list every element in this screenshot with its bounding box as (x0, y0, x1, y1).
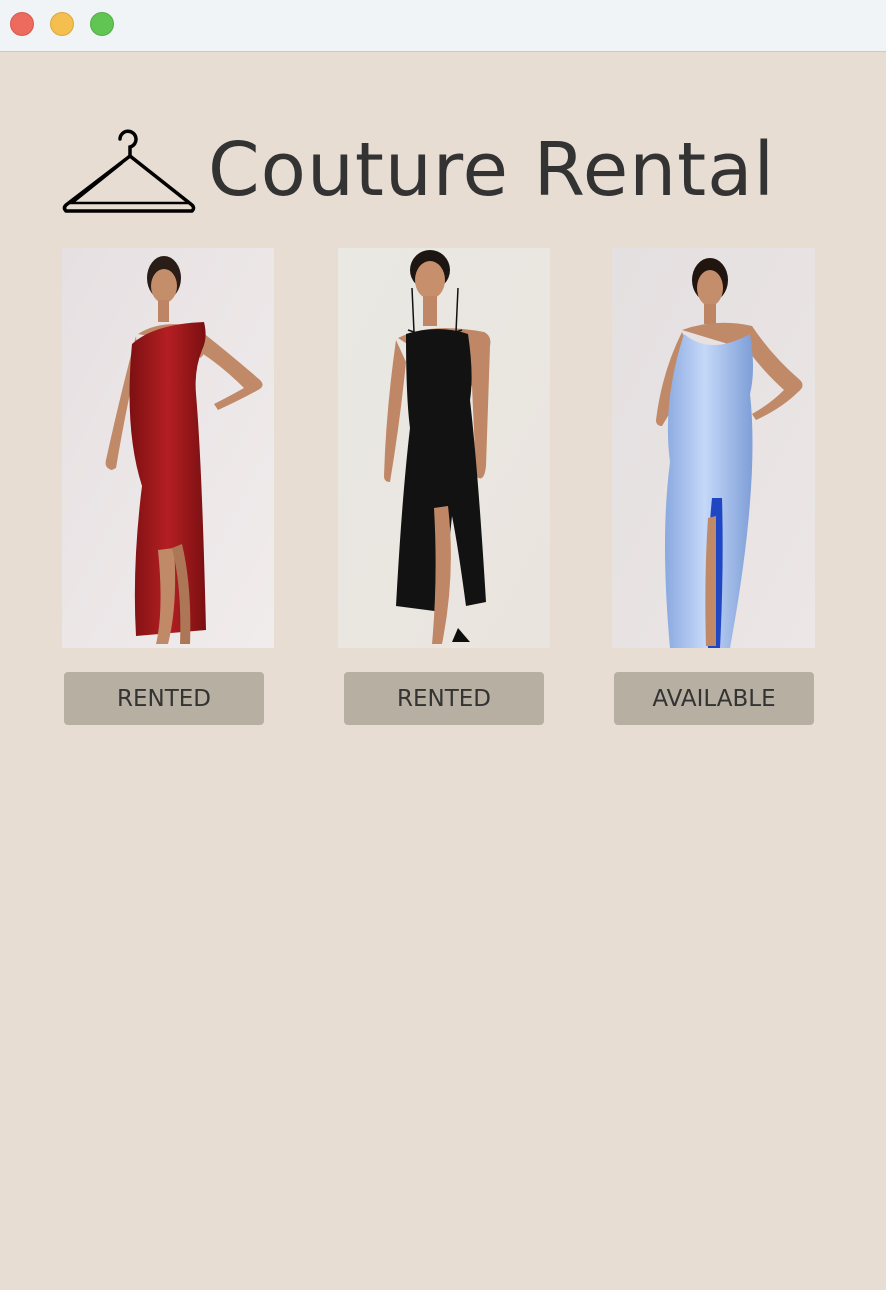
minimize-window-button[interactable] (50, 12, 74, 36)
brand-header: Couture Rental (62, 124, 775, 216)
dress-1-status-button[interactable]: RENTED (64, 672, 264, 725)
dress-2-status-button[interactable]: RENTED (344, 672, 544, 725)
app-window: Couture Rental RENTED RENTED AVAILABLE (0, 0, 886, 1290)
hanger-icon (62, 129, 196, 213)
zoom-window-button[interactable] (90, 12, 114, 36)
close-window-button[interactable] (10, 12, 34, 36)
dress-photo-blue (612, 248, 815, 648)
dress-photo-red (62, 248, 274, 648)
dress-photo-black (338, 248, 550, 648)
title-bar (0, 0, 886, 52)
dress-3-status-button[interactable]: AVAILABLE (614, 672, 814, 725)
app-title: Couture Rental (208, 127, 776, 213)
